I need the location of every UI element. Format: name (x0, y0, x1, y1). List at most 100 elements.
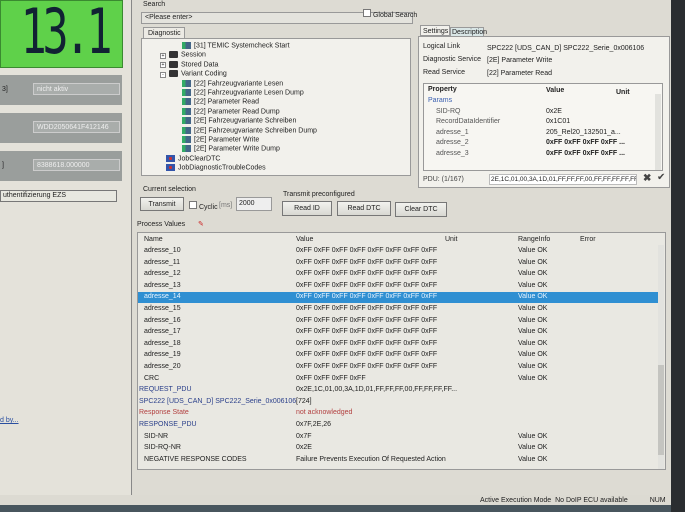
authentication-button[interactable]: uthentifizierung EZS (0, 190, 117, 202)
cell-value: 0x7F (296, 432, 312, 440)
field-value: nicht aktiv (33, 83, 120, 95)
property-value[interactable]: 205_Rel20_132501_a... (546, 129, 621, 136)
tree-item[interactable]: + Stored Data (160, 60, 218, 69)
taskbar (0, 505, 671, 512)
checkbox-icon[interactable] (363, 9, 371, 17)
cell-name: adresse_16 (144, 316, 181, 324)
cell-name: adresse_17 (144, 328, 181, 336)
expand-toggle-icon[interactable]: + (160, 52, 166, 59)
status-bar: Active Execution Mode No DoIP ECU availa… (480, 497, 666, 504)
table-row[interactable]: adresse_10 0xFF 0xFF 0xFF 0xFF 0xFF 0xFF … (138, 246, 659, 257)
cell-value: 0xFF 0xFF 0xFF 0xFF 0xFF 0xFF 0xFF 0xFF (296, 363, 438, 370)
process-values-table: Name Value Unit RangeInfo Error adresse_… (137, 232, 666, 470)
tree-item[interactable]: [31] TEMIC Systemcheck Start (182, 42, 290, 49)
column-name[interactable]: Name (144, 235, 163, 246)
clear-dtc-button[interactable]: Clear DTC (395, 202, 447, 217)
table-row[interactable]: CRC 0xFF 0xFF 0xFF 0xFF Value OK (138, 374, 659, 385)
cell-value: 0xFF 0xFF 0xFF 0xFF 0xFF 0xFF 0xFF 0xFF (296, 247, 438, 254)
settings-panel: Logical Link SPC222 [UDS_CAN_D] SPC222_S… (418, 36, 670, 188)
property-value[interactable]: 0xFF 0xFF 0xFF 0xFF ... (546, 139, 625, 146)
tree-item[interactable]: [22] Fahrzeugvariante Lesen (182, 79, 283, 87)
field-group-2: WDD2050641F412146 (0, 113, 122, 143)
tree-item[interactable]: JobDiagnosticTroubleCodes (166, 164, 266, 172)
column-value[interactable]: Value (296, 235, 313, 246)
property-value[interactable]: 0x2E (546, 108, 562, 115)
num-lock-indicator: NUM (649, 497, 666, 504)
folder-icon (169, 70, 178, 78)
table-row[interactable]: Response State not acknowledged (138, 408, 659, 419)
tree-item[interactable]: [2E] Parameter Write (182, 136, 259, 143)
logical-link-value: SPC222 [UDS_CAN_D] SPC222_Serie_0x006106 (487, 45, 645, 52)
table-row[interactable]: adresse_20 0xFF 0xFF 0xFF 0xFF 0xFF 0xFF … (138, 362, 659, 373)
property-value[interactable]: 0xFF 0xFF 0xFF 0xFF ... (546, 150, 625, 157)
property-name[interactable]: adresse_2 (436, 139, 469, 146)
property-value[interactable]: 0x1C01 (546, 118, 570, 125)
process-values-label: Process Values (137, 221, 186, 228)
tab-diagnostic[interactable]: Diagnostic (143, 27, 185, 38)
pdu-input[interactable]: 2E,1C,01,00,3A,1D,01,FF,FF,FF,00,FF,FF,F… (489, 174, 637, 185)
cell-name: REQUEST_PDU (139, 386, 192, 394)
confirm-icon[interactable]: ✔ (657, 172, 665, 183)
tree-item[interactable]: [2E] Parameter Write Dump (182, 145, 280, 153)
read-dtc-button[interactable]: Read DTC (337, 201, 391, 216)
table-row[interactable]: NEGATIVE RESPONSE CODES Failure Prevents … (138, 455, 659, 466)
link[interactable]: d by... (0, 417, 19, 424)
scrollbar[interactable] (658, 245, 664, 469)
table-row[interactable]: RESPONSE_PDU 0x7F,2E,26 (138, 420, 659, 431)
property-name[interactable]: adresse_3 (436, 150, 469, 157)
property-name[interactable]: Params (428, 97, 452, 104)
read-id-button[interactable]: Read ID (282, 201, 332, 216)
cell-rangeinfo: Value OK (518, 328, 548, 336)
column-unit[interactable]: Unit (445, 235, 457, 246)
table-row[interactable]: adresse_16 0xFF 0xFF 0xFF 0xFF 0xFF 0xFF … (138, 316, 659, 327)
cell-value: 0xFF 0xFF 0xFF 0xFF (296, 374, 366, 382)
table-row[interactable]: adresse_19 0xFF 0xFF 0xFF 0xFF 0xFF 0xFF … (138, 350, 659, 361)
tree-item[interactable]: JobClearDTC (166, 154, 220, 162)
eraser-icon[interactable]: ✎ (198, 220, 204, 228)
tree-item[interactable]: [2E] Fahrzeugvariante Schreiben (182, 117, 296, 125)
transmit-button[interactable]: Transmit (140, 197, 184, 211)
tree-item[interactable]: [22] Parameter Read (182, 98, 259, 106)
interval-spinbox[interactable]: 2000 (236, 197, 272, 211)
tree-item[interactable]: + Session (160, 51, 206, 59)
cyclic-checkbox[interactable]: Cyclic (189, 201, 218, 211)
tree-item[interactable]: [2E] Fahrzeugvariante Schreiben Dump (182, 126, 317, 134)
service-icon (182, 42, 191, 49)
tree-item[interactable]: [22] Parameter Read Dump (182, 107, 280, 115)
expand-toggle-icon[interactable]: - (160, 71, 166, 78)
execution-mode: Active Execution Mode (480, 497, 552, 504)
property-name[interactable]: adresse_1 (436, 129, 469, 136)
cell-value: not acknowledged (296, 409, 353, 417)
table-row[interactable]: adresse_14 0xFF 0xFF 0xFF 0xFF 0xFF 0xFF … (138, 292, 659, 303)
table-row[interactable]: adresse_15 0xFF 0xFF 0xFF 0xFF 0xFF 0xFF … (138, 304, 659, 315)
tree-item-label: Session (181, 51, 206, 59)
cell-name: NEGATIVE RESPONSE CODES (144, 455, 247, 463)
tree-item[interactable]: [22] Fahrzeugvariante Lesen Dump (182, 89, 304, 96)
tab-settings[interactable]: Settings (420, 25, 450, 36)
cell-name: adresse_15 (144, 305, 181, 312)
tree-item[interactable]: - Variant Coding (160, 70, 227, 78)
current-selection-label: Current selection (143, 186, 196, 193)
window-edge (671, 0, 685, 512)
global-search-checkbox[interactable]: Global Search (363, 9, 417, 19)
table-row[interactable]: SPC222 [UDS_CAN_D] SPC222_Serie_0x006106… (138, 397, 659, 408)
table-row[interactable]: SID-RQ-NR 0x2E Value OK (138, 443, 659, 454)
checkbox-icon[interactable] (189, 201, 197, 209)
cell-rangeinfo: Value OK (518, 351, 548, 359)
table-row[interactable]: REQUEST_PDU 0x2E,1C,01,00,3A,1D,01,FF,FF,… (138, 385, 659, 396)
column-rangeinfo[interactable]: RangeInfo (518, 235, 550, 246)
column-error[interactable]: Error (580, 235, 596, 246)
cell-value: 0xFF 0xFF 0xFF 0xFF 0xFF 0xFF 0xFF 0xFF (296, 316, 438, 324)
scrollbar[interactable] (655, 94, 661, 170)
table-row[interactable]: adresse_11 0xFF 0xFF 0xFF 0xFF 0xFF 0xFF … (138, 258, 659, 269)
cancel-icon[interactable]: ✖ (643, 173, 651, 184)
table-row[interactable]: SID-NR 0x7F Value OK (138, 432, 659, 443)
field-label: ] (2, 162, 4, 169)
property-name[interactable]: RecordDataIdentifier (436, 118, 500, 125)
table-row[interactable]: adresse_17 0xFF 0xFF 0xFF 0xFF 0xFF 0xFF … (138, 327, 659, 338)
table-row[interactable]: adresse_18 0xFF 0xFF 0xFF 0xFF 0xFF 0xFF … (138, 339, 659, 350)
table-row[interactable]: adresse_13 0xFF 0xFF 0xFF 0xFF 0xFF 0xFF … (138, 281, 659, 292)
table-row[interactable]: adresse_12 0xFF 0xFF 0xFF 0xFF 0xFF 0xFF … (138, 269, 659, 280)
property-name[interactable]: SID-RQ (436, 108, 461, 115)
expand-toggle-icon[interactable]: + (160, 62, 166, 69)
